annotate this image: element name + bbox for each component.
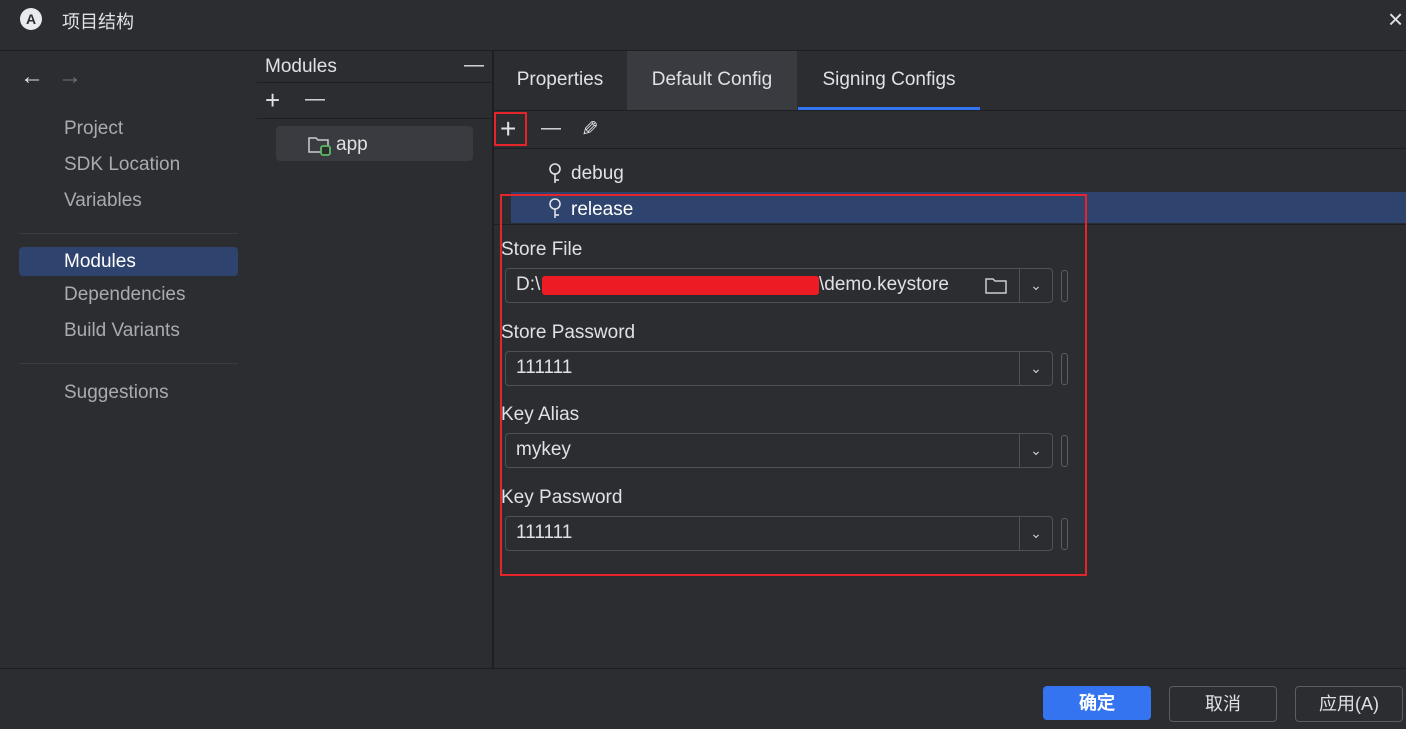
module-folder-icon	[308, 137, 331, 156]
nav-item-project[interactable]: Project	[64, 118, 123, 140]
apply-button[interactable]: 应用(A)	[1295, 686, 1403, 722]
nav-item-build-variants[interactable]: Build Variants	[64, 320, 180, 342]
signing-toolbar	[494, 111, 1406, 149]
window-title: 项目结构	[62, 12, 134, 32]
tab-signing-configs[interactable]: Signing Configs	[798, 51, 980, 110]
tab-properties[interactable]: Properties	[494, 51, 626, 110]
left-navigation	[0, 51, 258, 668]
edit-pencil-icon[interactable]: ✎	[581, 117, 599, 142]
key-icon	[549, 163, 561, 183]
modules-header: Modules	[265, 56, 337, 77]
active-tab-indicator	[798, 107, 980, 110]
add-config-icon[interactable]: +	[500, 113, 516, 145]
nav-item-dependencies[interactable]: Dependencies	[64, 284, 185, 306]
module-item-app[interactable]	[276, 126, 473, 161]
nav-item-modules[interactable]: Modules	[64, 251, 136, 273]
tab-default-config[interactable]: Default Config	[627, 51, 797, 110]
modules-header-divider	[257, 82, 492, 83]
config-item-debug[interactable]	[511, 159, 1406, 190]
nav-item-suggestions[interactable]: Suggestions	[64, 382, 169, 404]
ok-button[interactable]: 确定	[1043, 686, 1151, 720]
cancel-button[interactable]: 取消	[1169, 686, 1277, 722]
android-studio-logo-icon: A	[20, 8, 42, 30]
annotation-highlight-box	[500, 194, 1087, 576]
back-arrow-icon[interactable]: ←	[20, 63, 44, 91]
forward-arrow-icon[interactable]: →	[58, 63, 82, 91]
modules-toolbar-divider	[257, 118, 492, 119]
remove-module-icon[interactable]: —	[305, 88, 325, 111]
nav-item-variables[interactable]: Variables	[64, 190, 142, 212]
add-module-icon[interactable]: +	[265, 85, 280, 116]
remove-config-icon[interactable]: —	[541, 117, 561, 140]
nav-separator	[19, 233, 238, 234]
config-label-debug: debug	[571, 163, 624, 184]
title-bar	[0, 0, 1406, 51]
close-icon[interactable]: ×	[1388, 4, 1403, 35]
collapse-icon[interactable]: —	[464, 54, 484, 77]
nav-item-sdk-location[interactable]: SDK Location	[64, 154, 180, 176]
nav-separator	[19, 363, 238, 364]
module-label: app	[336, 134, 368, 155]
